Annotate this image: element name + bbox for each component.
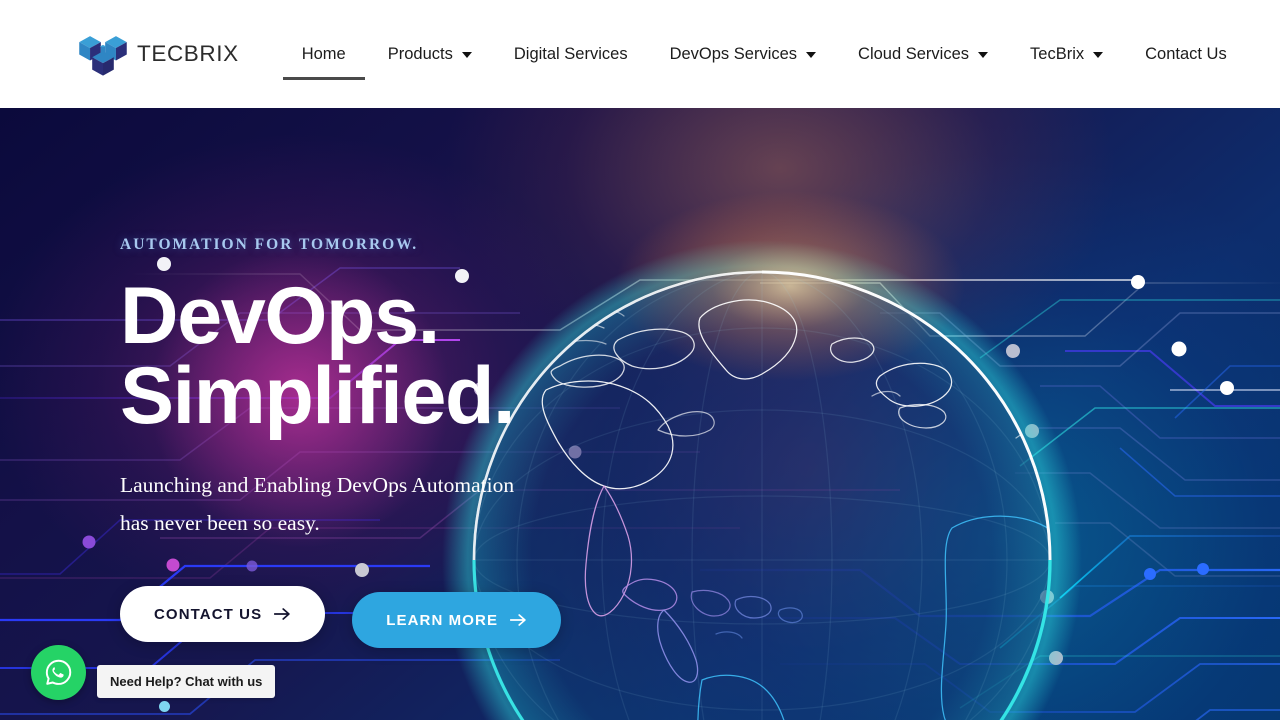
nav-item-label: Products xyxy=(387,44,453,63)
learn-more-label: LEARN MORE xyxy=(386,611,499,629)
hero-section: AUTOMATION FOR TOMORROW. DevOps. Simplif… xyxy=(0,108,1280,720)
whatsapp-chat-widget: Need Help? Chat with us xyxy=(31,645,276,712)
nav-item-label: DevOps Services xyxy=(669,44,798,63)
whatsapp-chat-button[interactable] xyxy=(31,645,86,700)
chevron-down-icon xyxy=(1093,52,1104,58)
main-navigation: Home Products Digital Services DevOps Se… xyxy=(281,31,1248,80)
contact-us-button[interactable]: CONTACT US xyxy=(120,586,326,643)
nav-item-products[interactable]: Products xyxy=(367,31,493,77)
arrow-right-icon xyxy=(274,608,290,620)
whatsapp-icon xyxy=(45,659,72,685)
nav-item-tecbrix[interactable]: TecBrix xyxy=(1009,31,1124,77)
nav-item-contact-us[interactable]: Contact Us xyxy=(1124,31,1248,77)
nav-item-digital-services[interactable]: Digital Services xyxy=(493,31,649,77)
chevron-down-icon xyxy=(806,52,817,58)
whatsapp-notification-dot xyxy=(159,701,170,712)
contact-us-label: CONTACT US xyxy=(154,605,263,623)
hero-subtitle: Launching and Enabling DevOps Automation… xyxy=(120,467,560,543)
site-header: TECBRIX Home Products Digital Services D… xyxy=(0,0,1280,108)
hero-eyebrow: AUTOMATION FOR TOMORROW. xyxy=(120,236,419,253)
nav-item-label: Home xyxy=(301,44,346,63)
headline-line-1: DevOps. xyxy=(120,271,440,361)
nav-item-label: TecBrix xyxy=(1030,44,1085,63)
nav-item-devops-services[interactable]: DevOps Services xyxy=(649,31,837,77)
brand-name: TECBRIX xyxy=(137,41,239,66)
nav-item-label: Contact Us xyxy=(1145,44,1227,63)
chevron-down-icon xyxy=(461,52,472,58)
hero-cta-row: CONTACT US LEARN MORE xyxy=(120,580,680,649)
learn-more-button[interactable]: LEARN MORE xyxy=(352,592,562,649)
headline-line-2: Simplified. xyxy=(120,351,516,442)
nav-item-label: Digital Services xyxy=(513,44,628,63)
subtitle-line-1: Launching and Enabling DevOps Automation xyxy=(120,473,515,498)
arrow-right-icon xyxy=(510,614,526,626)
whatsapp-tooltip: Need Help? Chat with us xyxy=(97,665,276,698)
brand-logo[interactable]: TECBRIX xyxy=(76,27,239,81)
nav-item-label: Cloud Services xyxy=(858,44,970,63)
hero-content: AUTOMATION FOR TOMORROW. DevOps. Simplif… xyxy=(120,108,680,649)
subtitle-line-2: has never been so easy. xyxy=(120,511,320,536)
nav-item-cloud-services[interactable]: Cloud Services xyxy=(837,31,1009,77)
nav-item-home[interactable]: Home xyxy=(281,31,367,80)
page-title: DevOps. Simplified. xyxy=(120,271,680,442)
chevron-down-icon xyxy=(978,52,989,58)
tecbrix-cube-logo-icon xyxy=(79,36,127,76)
